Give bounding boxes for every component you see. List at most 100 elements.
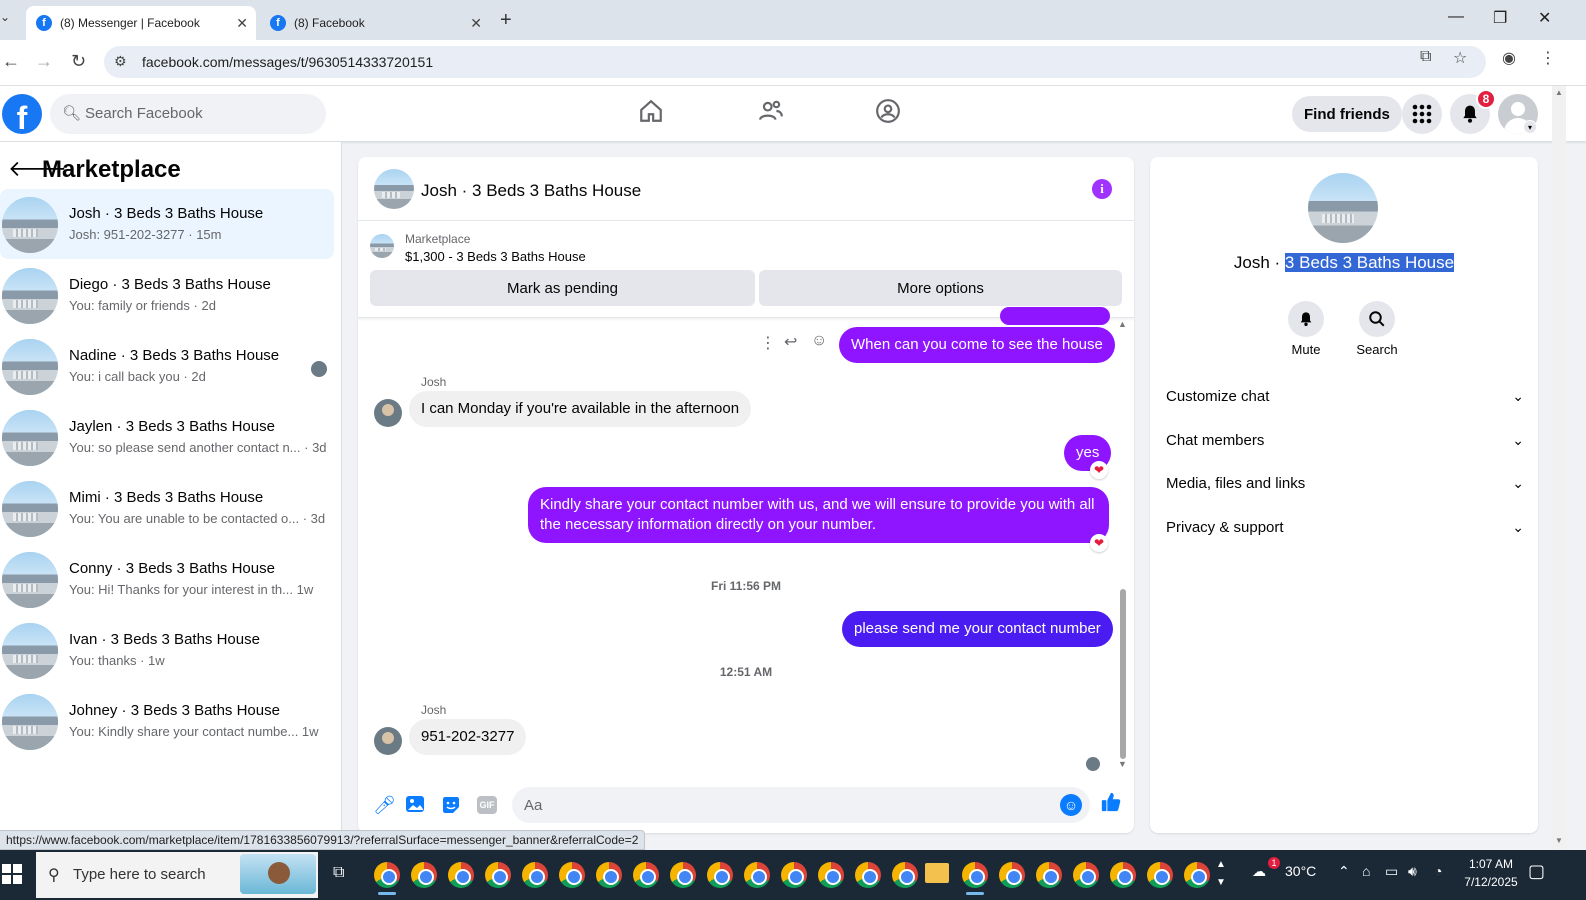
conversation-item[interactable]: Diego · 3 Beds 3 Baths House You: family… [0, 260, 334, 330]
tab-facebook[interactable]: f (8) Facebook ✕ [260, 6, 490, 40]
thumbs-up-icon[interactable] [1100, 791, 1122, 819]
conversation-item[interactable]: Ivan · 3 Beds 3 Baths House You: thanks … [0, 615, 334, 685]
menu-grid-icon[interactable] [1402, 94, 1442, 134]
chat-avatar[interactable] [374, 169, 414, 209]
minimize-icon[interactable]: — [1448, 8, 1464, 26]
close-tab-icon[interactable]: ✕ [236, 15, 248, 32]
photo-icon[interactable] [405, 795, 425, 818]
incoming-message[interactable]: I can Monday if you're available in the … [409, 391, 752, 427]
section-chat-members[interactable]: Chat members ⌄ [1166, 420, 1524, 460]
emoji-icon[interactable]: ☺ [1060, 794, 1082, 816]
conversation-item[interactable]: Conny · 3 Beds 3 Baths House You: Hi! Th… [0, 544, 334, 614]
chrome-icon[interactable] [855, 862, 881, 888]
chevron-down-icon[interactable]: ▾ [1523, 120, 1537, 134]
chrome-icon[interactable] [1110, 862, 1136, 888]
outgoing-message[interactable]: Kindly share your contact number with us… [528, 487, 1109, 543]
section-media-files-links[interactable]: Media, files and links ⌄ [1166, 463, 1524, 503]
forward-icon[interactable]: → [35, 51, 53, 72]
battery-icon[interactable]: ▭ [1385, 863, 1398, 880]
microphone-icon[interactable]: 🎤︎ [373, 795, 396, 816]
facebook-logo-icon[interactable]: f [2, 94, 42, 134]
tab-search-chevron-icon[interactable]: ⌄ [0, 10, 16, 30]
listing-price[interactable]: $1,300 - 3 Beds 3 Baths House [405, 249, 586, 264]
reply-icon[interactable]: ↩ [784, 332, 797, 352]
chrome-icon[interactable] [1184, 862, 1210, 888]
chrome-icon[interactable] [633, 862, 659, 888]
conversation-item[interactable]: Johney · 3 Beds 3 Baths House You: Kindl… [0, 686, 334, 756]
find-friends-button[interactable]: Find friends [1292, 96, 1402, 132]
chat-scrollbar-thumb[interactable] [1120, 589, 1126, 759]
file-explorer-icon[interactable] [925, 863, 949, 883]
home-icon[interactable] [636, 98, 666, 128]
heart-reaction-icon[interactable]: ❤ [1090, 461, 1108, 479]
tab-messenger[interactable]: f (8) Messenger | Facebook ✕ [26, 6, 256, 40]
new-tab-button[interactable]: + [500, 9, 512, 32]
notifications-icon[interactable]: ▢ [1528, 861, 1545, 882]
chrome-icon[interactable] [1147, 862, 1173, 888]
windows-start-icon[interactable] [2, 864, 22, 884]
restore-icon[interactable]: ❐ [1493, 8, 1507, 28]
josh-avatar[interactable] [374, 727, 402, 755]
mark-as-pending-button[interactable]: Mark as pending [370, 270, 755, 306]
conversation-item[interactable]: Jaylen · 3 Beds 3 Baths House You: so pl… [0, 402, 334, 472]
meet-now-icon[interactable]: ⌂ [1362, 863, 1370, 879]
chrome-icon[interactable] [707, 862, 733, 888]
conversation-item[interactable]: Mimi · 3 Beds 3 Baths House You: You are… [0, 473, 334, 543]
chrome-icon[interactable] [999, 862, 1025, 888]
site-info-icon[interactable]: ⚙ [114, 53, 127, 70]
chrome-icon[interactable] [962, 862, 988, 895]
conversation-item[interactable]: Nadine · 3 Beds 3 Baths House You: i cal… [0, 331, 334, 401]
bookmark-star-icon[interactable]: ☆ [1453, 48, 1467, 68]
friends-icon[interactable] [756, 98, 786, 128]
josh-avatar[interactable] [374, 399, 402, 427]
weather-icon[interactable]: ☁ [1252, 863, 1266, 880]
chrome-icon[interactable] [744, 862, 770, 888]
conversation-item[interactable]: Josh · 3 Beds 3 Baths House Josh: 951-20… [0, 189, 334, 259]
more-options-button[interactable]: More options [759, 270, 1122, 306]
chrome-icon[interactable] [485, 862, 511, 888]
outgoing-message[interactable]: please send me your contact number [842, 611, 1113, 647]
chrome-icon[interactable] [559, 862, 585, 888]
close-tab-icon[interactable]: ✕ [470, 15, 482, 32]
chrome-icon[interactable] [374, 862, 400, 895]
profile-icon[interactable]: ◉ [1502, 48, 1516, 68]
gif-icon[interactable]: GIF [477, 796, 497, 814]
install-app-icon[interactable]: ⧉ [1420, 48, 1431, 66]
section-customize-chat[interactable]: Customize chat ⌄ [1166, 376, 1524, 416]
chat-title[interactable]: Josh · 3 Beds 3 Baths House [421, 181, 641, 201]
chrome-icon[interactable] [596, 862, 622, 888]
taskbar-scroll-icon[interactable]: ▲ ▼ [1216, 856, 1226, 892]
chrome-icon[interactable] [1073, 862, 1099, 888]
sticker-icon[interactable] [441, 795, 461, 820]
heart-reaction-icon[interactable]: ❤ [1090, 534, 1108, 552]
clock[interactable]: 1:07 AM 7/12/2025 [1456, 855, 1526, 891]
close-window-icon[interactable]: ✕ [1538, 8, 1551, 28]
chrome-icon[interactable] [781, 862, 807, 888]
weather-temperature[interactable]: 30°C [1285, 863, 1316, 879]
page-scrollbar[interactable]: ▲ ▼ [1552, 86, 1566, 850]
listing-thumbnail[interactable] [370, 234, 394, 258]
url-text[interactable]: facebook.com/messages/t/9630514333720151 [142, 54, 433, 70]
groups-icon[interactable] [873, 98, 903, 128]
volume-icon[interactable]: 🔊︎ [1408, 863, 1417, 880]
outgoing-message[interactable]: When can you come to see the house [839, 327, 1115, 363]
back-icon[interactable]: ← [2, 51, 20, 72]
search-in-chat-button[interactable]: Search [1347, 301, 1407, 357]
chrome-icon[interactable] [522, 862, 548, 888]
incoming-message[interactable]: 951-202-3277 [409, 719, 527, 755]
facebook-search-input[interactable]: 🔍︎ Search Facebook [50, 94, 326, 134]
chat-info-avatar[interactable] [1308, 173, 1378, 243]
search-highlight-image[interactable] [240, 854, 316, 894]
message-input[interactable]: Aa ☺ [512, 787, 1090, 823]
section-privacy-support[interactable]: Privacy & support ⌄ [1166, 507, 1524, 547]
chrome-icon[interactable] [1036, 862, 1062, 888]
menu-kebab-icon[interactable]: ⋮ [1540, 48, 1556, 68]
chrome-icon[interactable] [411, 862, 437, 888]
reload-icon[interactable]: ↻ [71, 51, 86, 72]
chrome-icon[interactable] [892, 862, 918, 888]
network-icon[interactable]: ◔ [1434, 863, 1442, 879]
react-emoji-icon[interactable]: ☺ [811, 332, 827, 350]
more-actions-icon[interactable]: ⋮ [760, 333, 776, 353]
chrome-icon[interactable] [818, 862, 844, 888]
task-view-icon[interactable]: ⧉ [333, 864, 344, 882]
